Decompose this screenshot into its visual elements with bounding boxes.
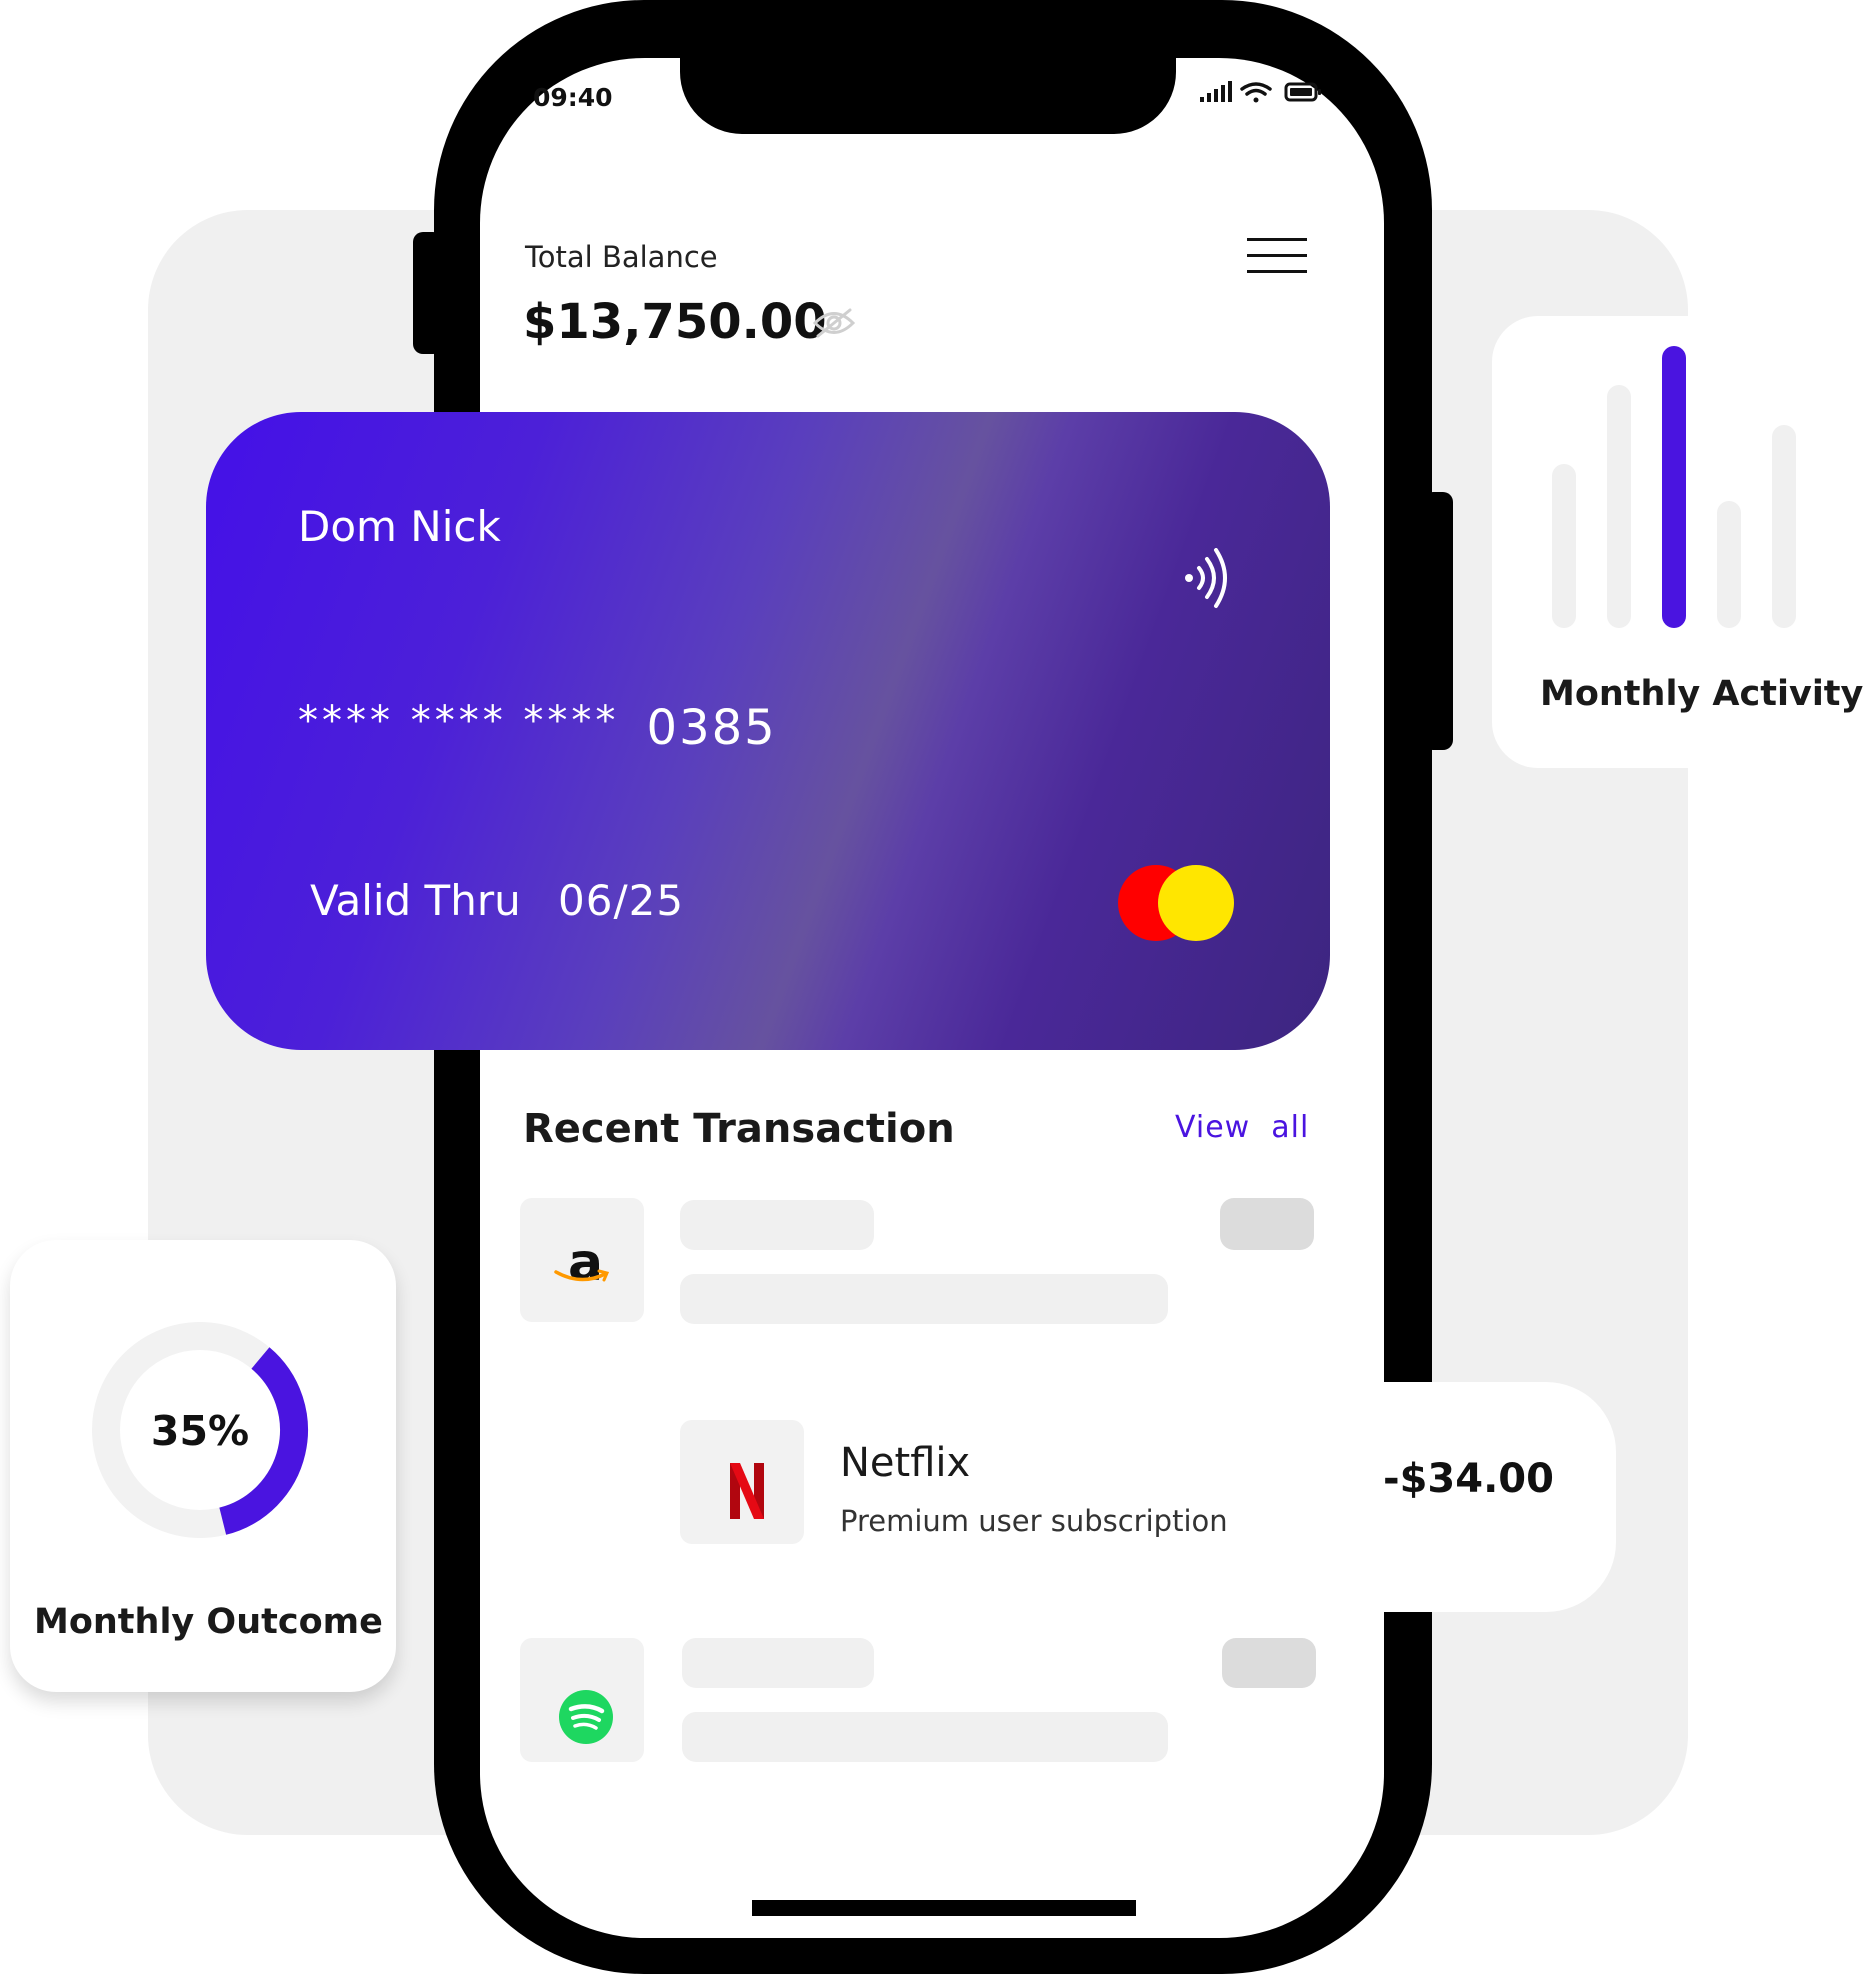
- balance-value: $13,750.00: [523, 294, 827, 350]
- contactless-icon: [1182, 548, 1234, 622]
- card-valid-label: Valid Thru: [310, 876, 521, 925]
- status-icons: [1200, 80, 1330, 110]
- wifi-icon: [1240, 82, 1272, 103]
- card-number-last4: 0385: [646, 700, 777, 756]
- skeleton-line: [682, 1712, 1168, 1762]
- activity-bar: [1717, 501, 1741, 628]
- skeleton-amount: [1222, 1638, 1316, 1688]
- phone-notch: [680, 30, 1176, 134]
- menu-icon[interactable]: [1247, 238, 1307, 278]
- signal-icon: [1200, 81, 1232, 102]
- monthly-outcome-label: Monthly Outcome: [34, 1602, 383, 1642]
- home-indicator: [752, 1900, 1136, 1916]
- eye-off-icon[interactable]: [812, 306, 856, 344]
- skeleton-amount: [1220, 1198, 1314, 1250]
- card-holder-name: Dom Nick: [298, 502, 501, 551]
- card-number: **** **** **** 0385: [298, 698, 777, 756]
- recent-transaction-title: Recent Transaction: [523, 1106, 955, 1152]
- mastercard-logo-icon: [1118, 865, 1238, 941]
- transaction-name: Netflix: [840, 1440, 971, 1486]
- view-all-link[interactable]: View all: [1175, 1110, 1309, 1145]
- skeleton-line: [682, 1638, 874, 1688]
- skeleton-line: [680, 1274, 1168, 1324]
- battery-icon: [1284, 82, 1321, 102]
- skeleton-line: [680, 1200, 874, 1250]
- status-time: 09:40: [533, 83, 613, 112]
- activity-bar: [1772, 425, 1796, 628]
- balance-label: Total Balance: [525, 240, 718, 274]
- outcome-percent: 35%: [150, 1407, 250, 1455]
- transaction-amount: -$34.00: [1383, 1456, 1554, 1502]
- card-expiry: 06/25: [558, 876, 685, 925]
- activity-bar-active: [1662, 346, 1686, 628]
- activity-bar: [1607, 385, 1631, 628]
- card-number-mask: **** **** ****: [298, 698, 620, 744]
- spotify-logo-icon: [558, 1689, 614, 1749]
- activity-bar: [1552, 464, 1576, 628]
- monthly-activity-label: Monthly Activity: [1540, 674, 1864, 714]
- netflix-logo-icon: [730, 1463, 764, 1523]
- transaction-description: Premium user subscription: [840, 1504, 1228, 1538]
